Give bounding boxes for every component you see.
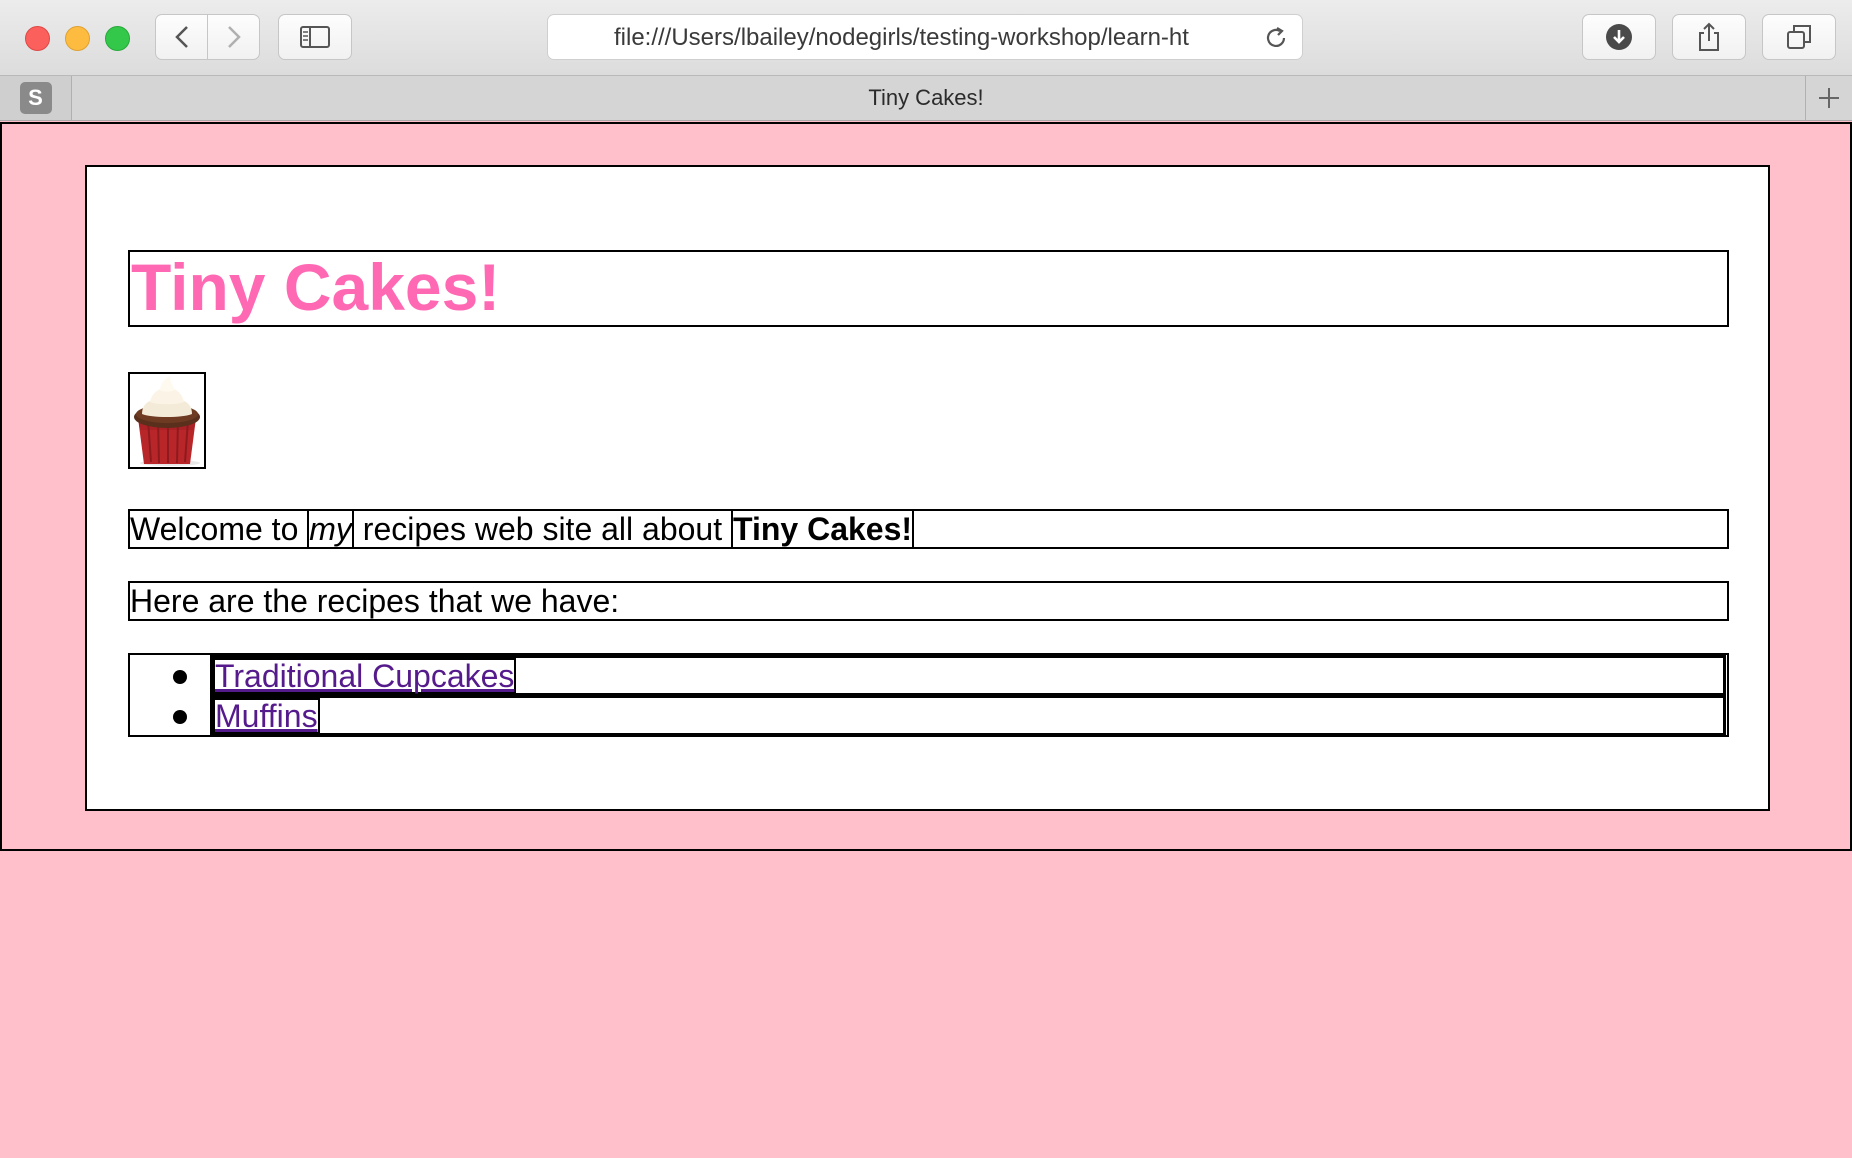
cupcake-image <box>128 372 206 469</box>
maximize-window-button[interactable] <box>105 26 130 51</box>
download-icon <box>1606 24 1632 50</box>
sidebar-icon <box>300 26 330 48</box>
chevron-left-icon <box>174 26 188 48</box>
page-title-box: Tiny Cakes! <box>128 250 1729 327</box>
page-body: Tiny Cakes! Welcome to my recipes web si… <box>0 122 1852 851</box>
tab-bar: S Tiny Cakes! <box>0 76 1852 121</box>
chevron-right-icon <box>227 26 241 48</box>
recipe-list: Traditional Cupcakes Muffins <box>128 653 1729 737</box>
plus-icon <box>1819 88 1839 108</box>
list-item: Traditional Cupcakes <box>173 655 1726 696</box>
welcome-text-middle: recipes web site all about <box>353 511 731 547</box>
bullet <box>173 670 187 684</box>
navigation-buttons <box>155 14 260 60</box>
list-item: Muffins <box>173 695 1726 736</box>
tab-title[interactable]: Tiny Cakes! <box>72 76 1780 120</box>
back-button[interactable] <box>156 15 207 59</box>
pinned-tab-icon: S <box>19 82 52 114</box>
pinned-tab[interactable]: S <box>0 76 72 120</box>
url-text: file:///Users/lbailey/nodegirls/testing-… <box>614 26 1189 50</box>
cupcake-icon <box>134 376 200 466</box>
welcome-text-start: Welcome to <box>130 511 308 547</box>
browser-toolbar: file:///Users/lbailey/nodegirls/testing-… <box>0 0 1852 76</box>
minimize-window-button[interactable] <box>65 26 90 51</box>
tab-overview-button[interactable] <box>1762 14 1836 60</box>
recipes-intro-paragraph: Here are the recipes that we have: <box>128 581 1729 621</box>
strong-text: Tiny Cakes! <box>731 509 915 549</box>
recipe-link-traditional-cupcakes[interactable]: Traditional Cupcakes <box>213 658 517 694</box>
new-tab-button[interactable] <box>1805 76 1852 120</box>
forward-button[interactable] <box>208 15 259 59</box>
sidebar-toggle-button[interactable] <box>278 14 352 60</box>
share-button[interactable] <box>1672 14 1746 60</box>
bullet <box>173 710 187 724</box>
content-container: Tiny Cakes! Welcome to my recipes web si… <box>85 165 1770 811</box>
downloads-button[interactable] <box>1582 14 1656 60</box>
emphasis-text: my <box>307 509 354 549</box>
tabs-icon <box>1787 25 1811 49</box>
reload-icon <box>1266 27 1286 47</box>
recipe-link-muffins[interactable]: Muffins <box>213 698 320 734</box>
address-bar[interactable]: file:///Users/lbailey/nodegirls/testing-… <box>547 14 1303 60</box>
page-title: Tiny Cakes! <box>131 250 501 324</box>
close-window-button[interactable] <box>25 26 50 51</box>
welcome-paragraph: Welcome to my recipes web site all about… <box>128 509 1729 549</box>
share-icon <box>1699 22 1719 51</box>
reload-button[interactable] <box>1264 26 1288 55</box>
